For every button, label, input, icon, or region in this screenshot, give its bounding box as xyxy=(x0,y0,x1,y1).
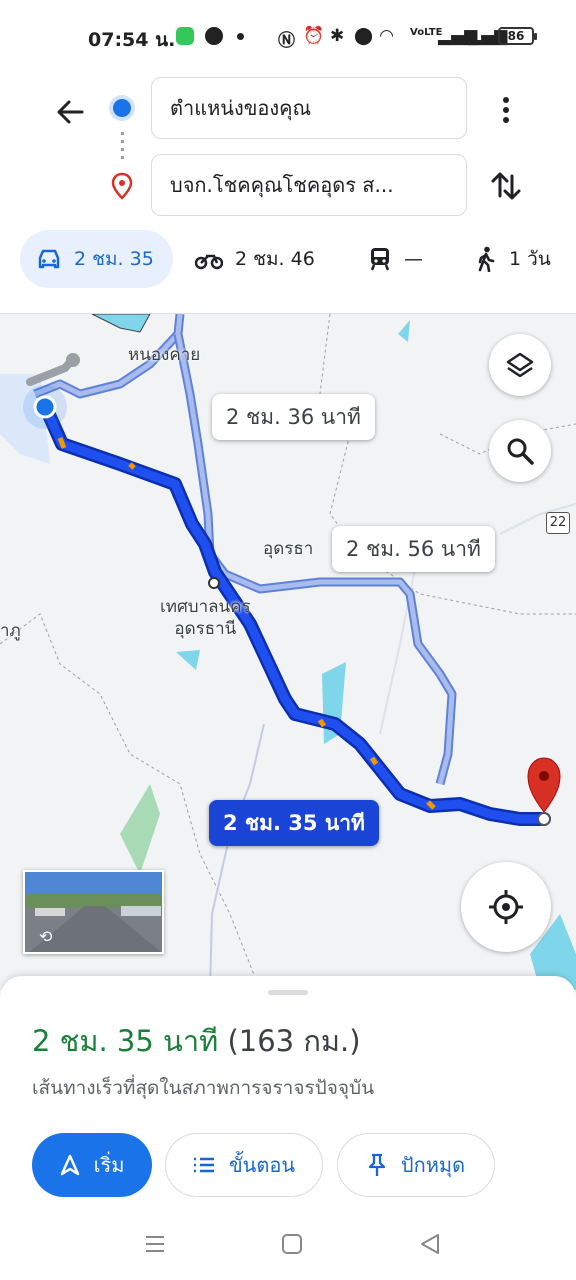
route-distance: (163 กม.) xyxy=(227,1024,361,1058)
swap-vert-icon[interactable] xyxy=(488,166,524,206)
map-label-partial: าภู xyxy=(0,621,21,641)
rotate-360-icon: ⟲ xyxy=(39,927,53,946)
layers-button[interactable] xyxy=(489,334,551,396)
my-location-icon xyxy=(489,890,523,924)
destination-input[interactable]: บจก.โชคคุณโชคอุดร ส... xyxy=(151,154,467,216)
map-label-udon: อุดรธา xyxy=(263,539,314,559)
walk-icon xyxy=(478,246,495,272)
notification-app-icon xyxy=(176,27,194,45)
tab-drive[interactable]: 2 ชม. 35 xyxy=(20,230,173,288)
steps-button[interactable]: ขั้นตอน xyxy=(165,1133,323,1197)
start-button[interactable]: เริ่ม xyxy=(32,1133,152,1197)
navigation-arrow-icon xyxy=(60,1154,79,1176)
status-time: 07:54 น. xyxy=(88,29,176,51)
more-notifications-icon xyxy=(237,33,244,40)
map-label-nongkhai: หนองคาย xyxy=(128,345,201,365)
more-vert-icon[interactable] xyxy=(493,92,519,128)
route-description: เส้นทางเร็วที่สุดในสภาพการจราจรปัจจุบัน xyxy=(32,1077,375,1099)
search-along-route-button[interactable] xyxy=(489,420,551,482)
tab-transit-label: — xyxy=(404,248,423,270)
route-summary: 2 ชม. 35 นาที (163 กม.) xyxy=(32,1018,361,1064)
route-alt-1-label[interactable]: 2 ชม. 36 นาที xyxy=(212,394,375,440)
back-arrow-icon[interactable] xyxy=(50,92,90,132)
car-icon xyxy=(38,249,60,269)
route-alt-2-label[interactable]: 2 ชม. 56 นาที xyxy=(332,526,495,572)
tab-transit[interactable]: — xyxy=(368,230,423,288)
home-nav-icon[interactable] xyxy=(280,1232,304,1256)
line-icon xyxy=(205,27,223,45)
list-icon xyxy=(193,1157,214,1173)
bluetooth-icon: ✱ xyxy=(330,26,345,46)
back-nav-icon[interactable] xyxy=(418,1232,442,1256)
pin-button[interactable]: ปักหมุด xyxy=(337,1133,495,1197)
train-icon xyxy=(370,248,390,271)
tab-walk-label: 1 วัน xyxy=(509,248,551,270)
directions-header: ตำแหน่งของคุณ บจก.โชคคุณโชคอุดร ส... 2 ช… xyxy=(0,72,576,314)
location-icon: ⬤ xyxy=(354,26,374,46)
route-main-label[interactable]: 2 ชม. 35 นาที xyxy=(209,800,379,846)
start-button-label: เริ่ม xyxy=(93,1153,125,1177)
origin-input[interactable]: ตำแหน่งของคุณ xyxy=(151,77,467,139)
map-view[interactable]: หนองคาย อุดรธา เทศบาลนคร อุดรธานี าภู 22… xyxy=(0,314,576,990)
tab-motorcycle[interactable]: 2 ชม. 46 xyxy=(195,230,315,288)
route-summary-sheet: 2 ชม. 35 นาที (163 กม.) เส้นทางเร็วที่สุ… xyxy=(0,976,576,1206)
system-nav-bar xyxy=(0,1206,576,1280)
origin-dot-icon xyxy=(113,99,131,117)
layers-icon xyxy=(506,352,534,378)
steps-button-label: ขั้นตอน xyxy=(228,1153,295,1177)
tab-walk[interactable]: 1 วัน xyxy=(475,230,551,288)
sheet-drag-handle[interactable] xyxy=(268,990,308,995)
search-icon xyxy=(507,438,534,465)
travel-mode-tabs: 2 ชม. 35 2 ชม. 46 — 1 วัน xyxy=(0,230,576,288)
map-label-udon-municipality: เทศบาลนคร อุดรธานี xyxy=(160,597,251,639)
street-view-thumbnail[interactable]: ⟲ xyxy=(23,870,164,954)
pin-button-label: ปักหมุด xyxy=(400,1153,466,1177)
wifi-icon: ◠ xyxy=(380,26,394,46)
my-location-button[interactable] xyxy=(461,862,551,952)
nfc-icon: Ⓝ xyxy=(278,31,295,51)
tab-motorcycle-label: 2 ชม. 46 xyxy=(235,248,315,270)
motorcycle-icon xyxy=(195,254,223,270)
alarm-icon: ⏰ xyxy=(303,26,325,46)
destination-pin-icon xyxy=(111,172,133,200)
tab-drive-label: 2 ชม. 35 xyxy=(74,248,154,270)
route-connector xyxy=(121,132,124,160)
status-bar: 07:54 น. Ⓝ ⏰ ✱ ⬤ ◠ VoLTE ▂▄▆ ▂▄▆ 86 xyxy=(0,0,576,72)
menu-nav-icon[interactable] xyxy=(143,1232,167,1256)
route-duration: 2 ชม. 35 นาที xyxy=(32,1024,219,1058)
battery-icon: 86 xyxy=(498,27,537,45)
pin-icon xyxy=(368,1153,386,1176)
highway-22-shield: 22 xyxy=(546,512,570,534)
